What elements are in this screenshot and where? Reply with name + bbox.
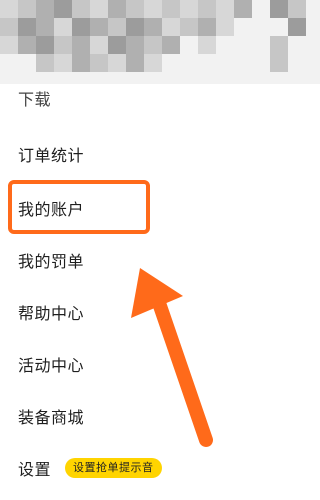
menu-item-my-tickets[interactable]: 我的罚单 — [18, 240, 84, 280]
settings-label: 设置 — [18, 460, 52, 479]
arrow-head — [131, 268, 183, 318]
settings-badge[interactable]: 设置抢单提示音 — [65, 458, 162, 478]
menu-item-equipment-store[interactable]: 装备商城 — [18, 396, 84, 436]
app-screen: 下载 订单统计 我的账户 我的罚单 帮助中心 活动中心 装备商城 设置 设置抢单… — [0, 0, 320, 500]
menu-item-order-stats[interactable]: 订单统计 — [18, 134, 84, 174]
arrow-shaft — [151, 293, 213, 447]
menu-item-activity-center[interactable]: 活动中心 — [18, 344, 84, 384]
obscured-profile-header — [0, 0, 320, 84]
menu-item-help-center[interactable]: 帮助中心 — [18, 292, 84, 332]
menu-item-settings[interactable]: 设置 设置抢单提示音 — [18, 448, 162, 488]
menu-item-download-partial[interactable]: 下载 — [18, 80, 51, 116]
highlight-rectangle — [8, 180, 150, 234]
